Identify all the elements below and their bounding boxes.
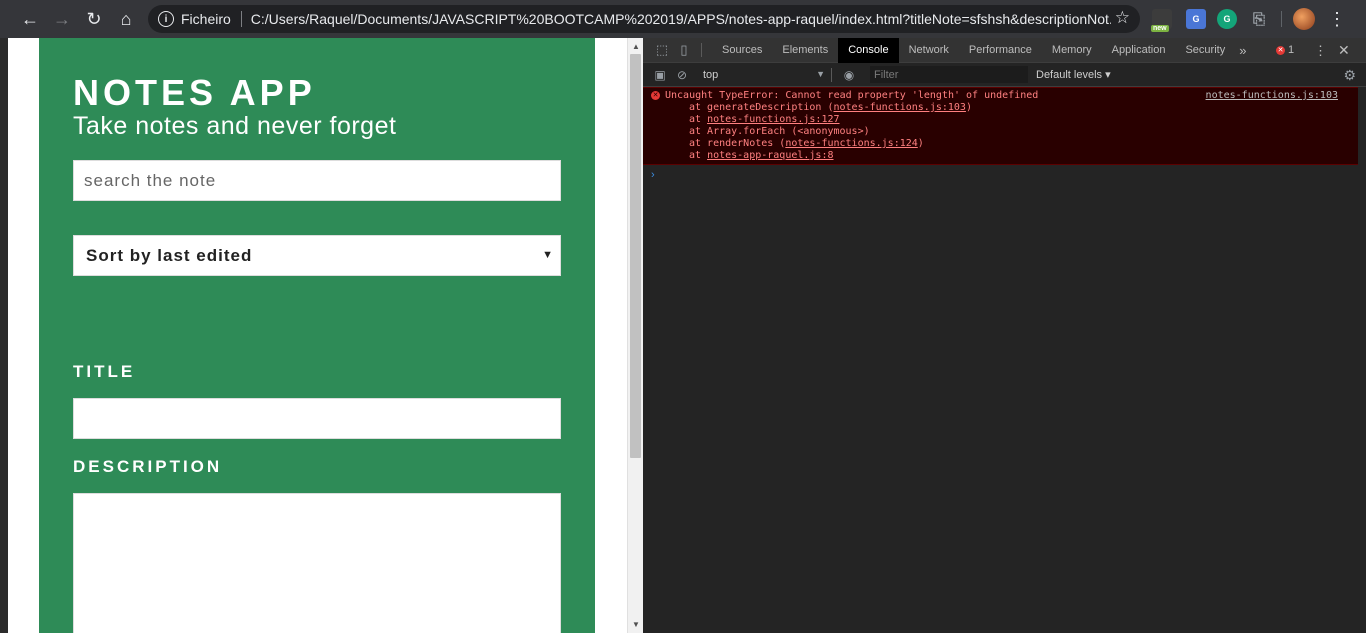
context-caret-icon: ▼ — [816, 68, 825, 79]
context-value: top — [703, 68, 719, 81]
console-output: ✕ Uncaught TypeError: Cannot read proper… — [643, 87, 1358, 181]
levels-value: Default levels — [1036, 69, 1103, 81]
omnibox-divider — [240, 11, 242, 27]
tab-sources[interactable]: Sources — [712, 38, 772, 63]
grammarly-extension-icon[interactable]: G — [1217, 9, 1237, 29]
url-text[interactable]: C:/Users/Raquel/Documents/JAVASCRIPT%20B… — [251, 11, 1111, 27]
stack-line: at notes-app-raquel.js:8 — [689, 150, 834, 161]
filter-input[interactable] — [870, 66, 1028, 83]
tab-console[interactable]: Console — [838, 37, 899, 63]
scroll-up-arrow-icon[interactable]: ▲ — [632, 42, 640, 51]
scrollbar-thumb[interactable] — [630, 54, 641, 458]
scroll-down-arrow-icon[interactable]: ▼ — [632, 620, 640, 629]
error-icon: ✕ — [651, 91, 660, 100]
page-viewport: NOTES APP Take notes and never forget So… — [8, 38, 627, 633]
dropdown-arrow-icon: ▼ — [542, 249, 554, 261]
tab-application[interactable]: Application — [1102, 38, 1176, 63]
gear-icon[interactable]: ⚙ — [1343, 67, 1356, 84]
notes-app-panel: NOTES APP Take notes and never forget So… — [39, 38, 595, 633]
context-select[interactable]: top ▼ — [703, 69, 825, 81]
stack-link[interactable]: notes-functions.js:103 — [834, 102, 966, 113]
tab-security[interactable]: Security — [1175, 38, 1235, 63]
address-bar[interactable]: i Ficheiro C:/Users/Raquel/Documents/JAV… — [148, 5, 1140, 33]
search-input[interactable] — [73, 160, 561, 201]
extension-new-icon[interactable]: new — [1151, 9, 1172, 32]
home-icon[interactable]: ⌂ — [110, 3, 142, 35]
tab-performance[interactable]: Performance — [959, 38, 1042, 63]
sort-select[interactable]: Sort by last edited ▼ — [73, 235, 561, 276]
tab-memory[interactable]: Memory — [1042, 38, 1102, 63]
stack-link[interactable]: notes-functions.js:127 — [707, 114, 839, 125]
browser-menu-icon[interactable]: ⋮ — [1328, 6, 1346, 32]
inspect-element-icon[interactable]: ⬚ — [651, 42, 673, 58]
description-textarea[interactable] — [73, 493, 561, 633]
title-input[interactable] — [73, 398, 561, 439]
error-icon: ✕ — [1276, 46, 1285, 55]
devtools-tabbar: ⬚ ▯ Sources Elements Console Network Per… — [643, 37, 1366, 63]
app-subtitle: Take notes and never forget — [73, 112, 397, 140]
title-label: TITLE — [73, 362, 136, 381]
tab-network[interactable]: Network — [899, 38, 959, 63]
info-icon[interactable]: i — [158, 11, 174, 27]
console-prompt[interactable]: › — [643, 169, 1358, 181]
sort-select-value: Sort by last edited — [86, 245, 253, 265]
page-left-edge — [0, 38, 8, 633]
filterbar-divider — [831, 67, 832, 82]
stack-line: at renderNotes (notes-functions.js:124) — [689, 138, 924, 149]
reload-icon[interactable]: ↻ — [78, 3, 110, 35]
eye-icon[interactable]: ◉ — [838, 68, 860, 82]
stack-link[interactable]: notes-app-raquel.js:8 — [707, 150, 833, 161]
close-icon[interactable]: ✕ — [1338, 38, 1350, 63]
back-arrow-icon[interactable]: ← — [14, 3, 46, 35]
scheme-label: Ficheiro — [181, 11, 231, 27]
device-toolbar-icon[interactable]: ▯ — [673, 42, 695, 58]
error-count: 1 — [1288, 44, 1295, 56]
stack-line: at notes-functions.js:127 — [689, 114, 840, 125]
levels-select[interactable]: Default levels ▾ — [1036, 68, 1111, 81]
error-message: ✕ Uncaught TypeError: Cannot read proper… — [643, 87, 1358, 165]
app-title: NOTES APP — [73, 72, 316, 113]
stack-link[interactable]: notes-functions.js:124 — [785, 138, 917, 149]
extension-new-badge: new — [1151, 25, 1169, 32]
bookmark-star-icon[interactable]: ☆ — [1115, 8, 1130, 28]
stack-line: at Array.forEach (<anonymous>) — [689, 126, 870, 137]
toolbar-divider — [1281, 11, 1282, 27]
description-label: DESCRIPTION — [73, 457, 223, 476]
stack-line: at generateDescription (notes-functions.… — [689, 102, 972, 113]
forward-arrow-icon[interactable]: → — [46, 3, 78, 35]
clear-console-icon[interactable]: ⊘ — [671, 68, 693, 82]
devtools-panel: ⬚ ▯ Sources Elements Console Network Per… — [643, 37, 1366, 633]
error-counter[interactable]: ✕ 1 — [1276, 38, 1294, 63]
browser-toolbar: ← → ↻ ⌂ i Ficheiro C:/Users/Raquel/Docum… — [0, 0, 1366, 38]
devtools-menu-icon[interactable]: ⋮ — [1314, 38, 1327, 63]
error-source-link[interactable]: notes-functions.js:103 — [1206, 90, 1338, 102]
console-filterbar: ▣ ⊘ top ▼ ◉ Default levels ▾ ⚙ — [643, 63, 1366, 87]
sidebar-toggle-icon[interactable]: ▣ — [649, 68, 671, 82]
tabbar-divider — [701, 43, 702, 57]
more-tabs-icon[interactable]: » — [1239, 43, 1246, 58]
tab-elements[interactable]: Elements — [772, 38, 838, 63]
translate-extension-icon[interactable]: G — [1186, 9, 1206, 29]
page-scrollbar[interactable]: ▲ ▼ — [627, 38, 643, 633]
pdf-extension-icon[interactable]: ⎘ — [1249, 9, 1269, 29]
profile-avatar[interactable] — [1293, 8, 1315, 30]
